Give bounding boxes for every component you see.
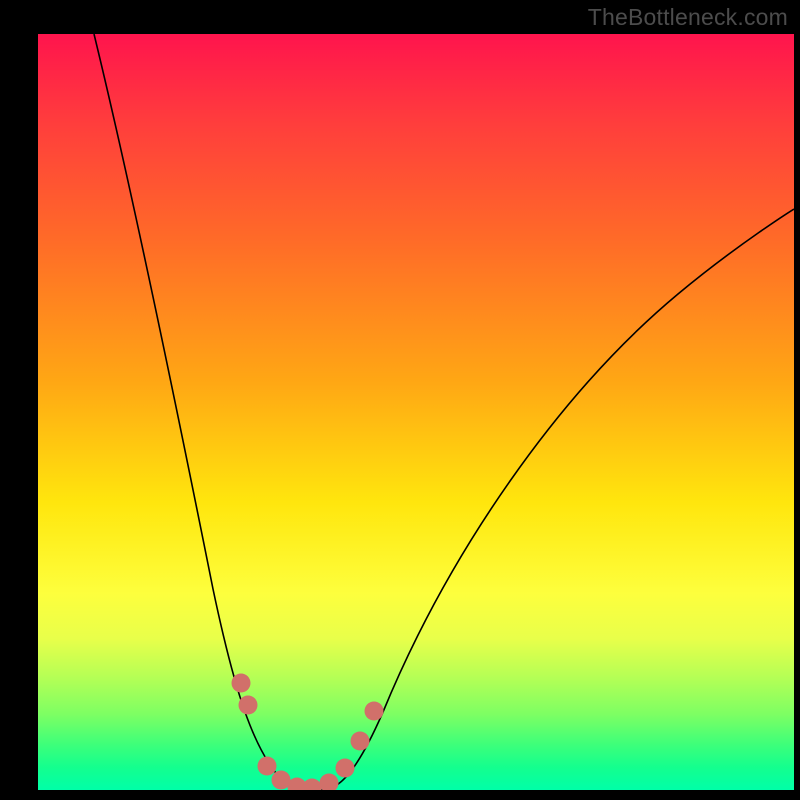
marker-dot [239,696,258,715]
chart-frame: TheBottleneck.com [0,0,800,800]
bottleneck-curve-left [94,34,322,790]
marker-dot [351,732,370,751]
marker-dot [303,779,322,791]
bottleneck-curve-right [322,209,794,790]
marker-group [232,674,384,791]
marker-dot [258,757,277,776]
marker-dot [232,674,251,693]
watermark-text: TheBottleneck.com [588,4,788,31]
marker-dot [336,759,355,778]
curve-svg [38,34,794,790]
marker-dot [320,774,339,791]
marker-dot [365,702,384,721]
plot-area [38,34,794,790]
